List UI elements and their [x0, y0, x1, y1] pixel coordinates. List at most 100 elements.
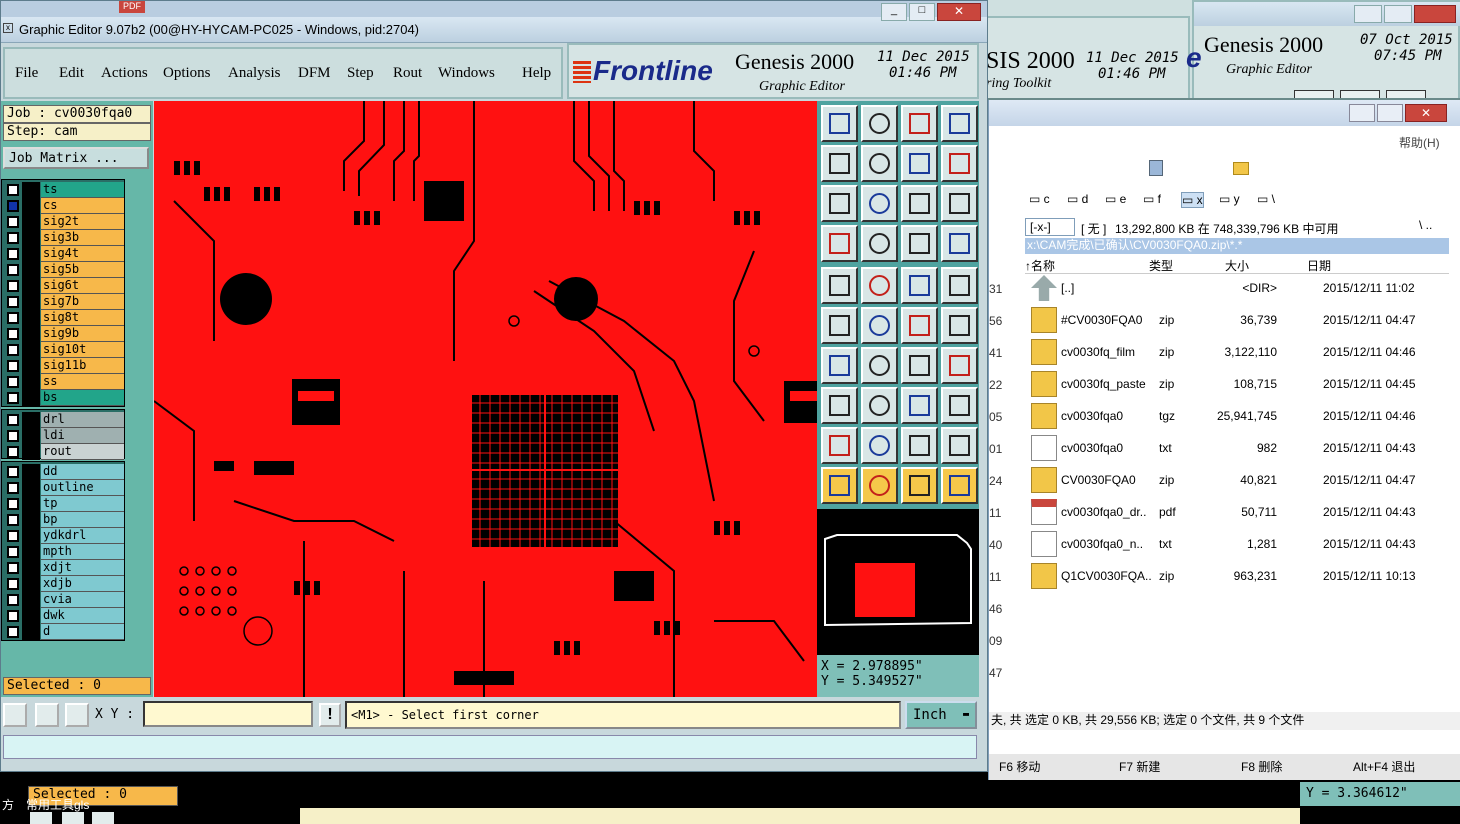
layer-name[interactable]: bp	[41, 512, 124, 528]
layer-checkbox[interactable]	[7, 626, 19, 638]
layer-name[interactable]: bs	[41, 390, 124, 406]
layer-row[interactable]: dwk	[6, 608, 124, 624]
layer-name[interactable]: ldi	[41, 428, 124, 444]
file-row[interactable]: Q1CV0030FQA.. zip 963,231 2015/12/11 10:13	[1029, 560, 1449, 592]
layer-checkbox[interactable]	[7, 200, 19, 212]
menu-file[interactable]: File	[15, 65, 38, 82]
minimize-button[interactable]: _	[881, 3, 907, 21]
function-key-2[interactable]: F7 新建	[1119, 758, 1160, 775]
file-row[interactable]: cv0030fq_film zip 3,122,110 2015/12/11 04:4…	[1029, 336, 1449, 368]
window-button[interactable]	[941, 105, 978, 142]
close-button[interactable]: ✕	[937, 3, 981, 21]
layer-checkbox[interactable]	[7, 376, 19, 388]
layer-checkbox[interactable]	[7, 514, 19, 526]
file-row[interactable]: cv0030fqa0_dr.. pdf 50,711 2015/12/11 04:43	[1029, 496, 1449, 528]
drive-e[interactable]: ▭ e	[1105, 192, 1126, 206]
snap-button[interactable]	[821, 267, 858, 304]
layer-row[interactable]: sig10t	[6, 342, 124, 358]
connect-button[interactable]	[821, 307, 858, 344]
file-manager-maximize-button[interactable]	[1377, 104, 1403, 122]
layer-checkbox[interactable]	[7, 578, 19, 590]
menu-edit[interactable]: Edit	[59, 65, 84, 82]
shape-button[interactable]	[861, 267, 898, 304]
layer-row[interactable]: sig4t	[6, 246, 124, 262]
layer-row[interactable]: ts	[6, 182, 124, 198]
pan-left-button[interactable]	[821, 145, 858, 182]
layer-name[interactable]: sig9b	[41, 326, 124, 342]
layer-row[interactable]: sig2t	[6, 214, 124, 230]
layer-checkbox[interactable]	[7, 344, 19, 356]
file-manager-close-button[interactable]: ✕	[1405, 104, 1447, 122]
menu-actions[interactable]: Actions	[101, 65, 148, 82]
layer-row[interactable]: mpth	[6, 544, 124, 560]
scale-button[interactable]	[901, 185, 938, 222]
layer-checkbox[interactable]	[7, 466, 19, 478]
pad-button[interactable]	[941, 267, 978, 304]
drive-select[interactable]: [-x-]	[1025, 218, 1075, 236]
layer-row[interactable]: sig3b	[6, 230, 124, 246]
notepad-icon[interactable]	[1149, 160, 1163, 176]
drive-root[interactable]: ▭ \	[1257, 192, 1275, 206]
layer-name[interactable]: sig8t	[41, 310, 124, 326]
layer-checkbox[interactable]	[7, 498, 19, 510]
layer-row[interactable]: sig5b	[6, 262, 124, 278]
file-row[interactable]: CV0030FQA0 zip 40,821 2015/12/11 04:47	[1029, 464, 1449, 496]
layer-name[interactable]: dd	[41, 464, 124, 480]
layer-row[interactable]: ldi	[6, 428, 124, 444]
layer-row[interactable]: bp	[6, 512, 124, 528]
layer-checkbox[interactable]	[7, 414, 19, 426]
layer-list-button[interactable]	[941, 225, 978, 262]
file-row[interactable]: cv0030fq_paste zip 108,715 2015/12/11 04:45	[1029, 368, 1449, 400]
zoom-fit-button[interactable]	[821, 185, 858, 222]
file-row[interactable]: #CV0030FQA0 zip 36,739 2015/12/11 04:47	[1029, 304, 1449, 336]
undo-button[interactable]	[901, 145, 938, 182]
layer-name[interactable]: cvia	[41, 592, 124, 608]
layer-name[interactable]: sig7b	[41, 294, 124, 310]
move-button[interactable]	[821, 387, 858, 424]
layer-row[interactable]: sig9b	[6, 326, 124, 342]
layer-checkbox[interactable]	[7, 248, 19, 260]
grid-snap-icon[interactable]	[65, 703, 89, 727]
layer-name[interactable]: sig10t	[41, 342, 124, 358]
layer-checkbox[interactable]	[7, 216, 19, 228]
redo-button[interactable]	[941, 145, 978, 182]
route-button[interactable]	[901, 307, 938, 344]
units-dropdown[interactable]: Inch ▬	[905, 701, 977, 729]
measure-angle-icon[interactable]	[35, 703, 59, 727]
layer-checkbox[interactable]	[7, 446, 19, 458]
layer-checkbox[interactable]	[7, 562, 19, 574]
layer-checkbox[interactable]	[7, 280, 19, 292]
command-line[interactable]	[3, 735, 977, 759]
warning-icon[interactable]: !	[319, 703, 341, 727]
layer-name[interactable]: sig2t	[41, 214, 124, 230]
layer-toggle-button[interactable]	[901, 225, 938, 262]
layer-checkbox[interactable]	[7, 232, 19, 244]
select-edge-button[interactable]	[901, 467, 938, 504]
layer-name[interactable]: mpth	[41, 544, 124, 560]
zoom-center-button[interactable]	[861, 185, 898, 222]
rotate-button[interactable]	[901, 347, 938, 384]
menu-help[interactable]: Help	[522, 65, 551, 82]
layer-name[interactable]: cs	[41, 198, 124, 214]
layer-checkbox[interactable]	[7, 530, 19, 542]
home-button[interactable]	[901, 105, 938, 142]
grid-button[interactable]	[861, 225, 898, 262]
genesis-window-3-toolbar-button[interactable]	[1294, 90, 1334, 98]
layer-name[interactable]: d	[41, 624, 124, 640]
layer-row[interactable]: drl	[6, 412, 124, 428]
function-key-3[interactable]: F8 删除	[1241, 758, 1282, 775]
file-row[interactable]: [..] <DIR> 2015/12/11 11:02	[1029, 272, 1449, 304]
genesis-window-3-toolbar-button[interactable]	[1386, 90, 1426, 98]
layer-checkbox[interactable]	[7, 264, 19, 276]
copy-button[interactable]	[941, 387, 978, 424]
genesis-window-3-maximize-button[interactable]	[1384, 5, 1412, 23]
pan-right-button[interactable]	[861, 145, 898, 182]
layer-checkbox[interactable]	[7, 594, 19, 606]
select-button[interactable]	[821, 467, 858, 504]
layer-row[interactable]: ss	[6, 374, 124, 390]
menu-rout[interactable]: Rout	[393, 65, 422, 82]
layer-row[interactable]: sig8t	[6, 310, 124, 326]
layer-name[interactable]: sig4t	[41, 246, 124, 262]
layer-checkbox[interactable]	[7, 482, 19, 494]
layer-row[interactable]: d	[6, 624, 124, 640]
